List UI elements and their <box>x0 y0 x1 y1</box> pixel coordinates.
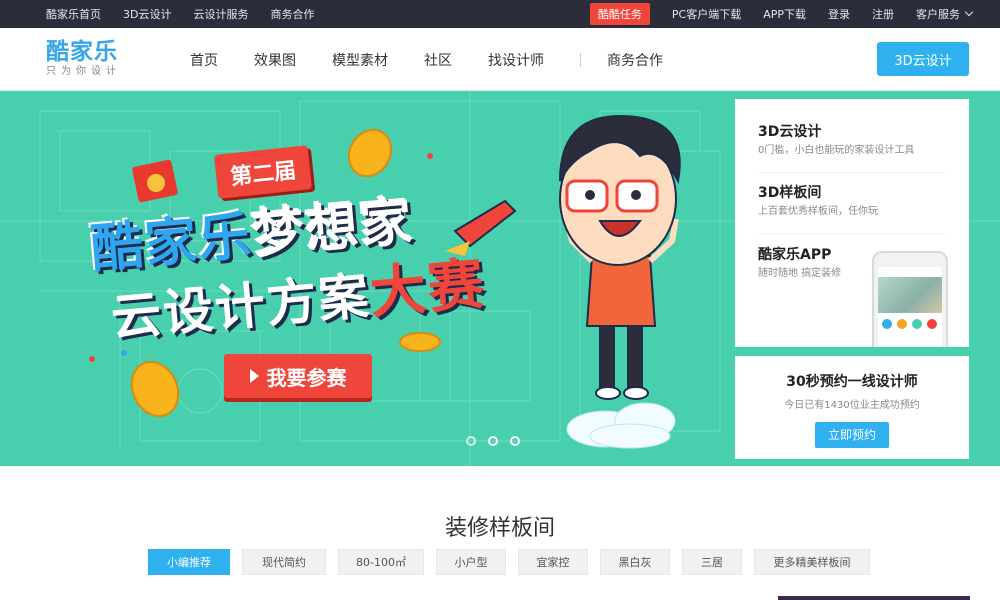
feature-app[interactable]: 酷家乐APP 随时随地 搞定装修 <box>758 246 868 296</box>
feature-desc: 0门槛，小白也能玩的家装设计工具 <box>758 145 915 156</box>
appointment-card: 30秒预约一线设计师 今日已有1430位业主成功预约 立即预约 <box>735 356 969 459</box>
cartoon-character <box>559 114 681 400</box>
site-logo[interactable]: 酷家乐 只为你设计 <box>46 39 121 79</box>
nav-business[interactable]: 商务合作 <box>607 50 663 70</box>
app-download-link[interactable]: APP下载 <box>763 6 806 22</box>
tab-editor-picks[interactable]: 小编推荐 <box>148 549 230 575</box>
chevron-down-icon <box>964 7 974 17</box>
nav-find-designer[interactable]: 找设计师 <box>488 50 544 70</box>
appointment-subtitle: 今日已有1430位业主成功预约 <box>784 400 920 411</box>
carousel-dot[interactable] <box>488 436 498 446</box>
logo-slogan: 只为你设计 <box>46 66 121 77</box>
banner-title-contest: 大赛 <box>367 251 489 327</box>
feature-showroom[interactable]: 3D样板间 上百套优秀样板间，任你玩 <box>758 184 946 234</box>
tab-monochrome[interactable]: 黑白灰 <box>600 549 670 575</box>
customer-service-label: 客户服务 <box>916 8 960 21</box>
tab-ikea[interactable]: 宜家控 <box>518 549 588 575</box>
main-nav: 首页 效果图 模型素材 社区 找设计师 商务合作 <box>190 28 699 91</box>
top-link-cloud-service[interactable]: 云设计服务 <box>193 6 248 22</box>
tab-size[interactable]: 80-100㎡ <box>338 549 424 575</box>
main-header: 酷家乐 只为你设计 首页 效果图 模型素材 社区 找设计师 商务合作 3D云设计 <box>0 28 1000 91</box>
nav-renderings[interactable]: 效果图 <box>254 50 296 70</box>
tab-modern[interactable]: 现代简约 <box>242 549 326 575</box>
task-badge-link[interactable]: 酷酷任务 <box>589 3 650 25</box>
feature-title: 3D云设计 <box>758 124 822 140</box>
feature-panel: 3D云设计 0门槛，小白也能玩的家装设计工具 3D样板间 上百套优秀样板间，任你… <box>735 99 969 347</box>
pc-client-download-link[interactable]: PC客户端下载 <box>672 6 741 22</box>
top-links-left: 酷家乐首页 3D云设计 云设计服务 商务合作 <box>46 0 336 28</box>
top-utility-bar: 酷家乐首页 3D云设计 云设计服务 商务合作 酷酷任务 PC客户端下载 APP下… <box>0 0 1000 28</box>
login-link[interactable]: 登录 <box>828 6 850 22</box>
play-arrow-icon <box>249 369 259 383</box>
join-contest-button[interactable]: 我要参赛 <box>224 354 372 398</box>
phone-mockup <box>872 251 948 347</box>
nav-models[interactable]: 模型素材 <box>332 50 388 70</box>
carousel-dot[interactable] <box>466 436 476 446</box>
logo-name: 酷家乐 <box>46 39 118 65</box>
top-link-3d-design[interactable]: 3D云设计 <box>123 6 171 22</box>
carousel-dot[interactable] <box>510 436 520 446</box>
tab-more[interactable]: 更多精美样板间 <box>754 549 870 575</box>
section-title: 装修样板间 <box>444 516 555 541</box>
feature-desc: 随时随地 搞定装修 <box>758 268 842 279</box>
carousel-dots <box>466 436 520 446</box>
register-link[interactable]: 注册 <box>872 6 894 22</box>
feature-title: 3D样板间 <box>758 185 822 201</box>
nav-community[interactable]: 社区 <box>424 50 452 70</box>
book-now-button[interactable]: 立即预约 <box>815 422 889 448</box>
join-contest-label: 我要参赛 <box>266 365 347 390</box>
content-preview-edge <box>778 596 970 600</box>
appointment-title: 30秒预约一线设计师 <box>786 374 918 390</box>
feature-desc: 上百套优秀样板间，任你玩 <box>758 206 878 217</box>
tab-small-unit[interactable]: 小户型 <box>436 549 506 575</box>
room-filter-tabs: 小编推荐 现代简约 80-100㎡ 小户型 宜家控 黑白灰 三居 更多精美样板间 <box>148 549 882 575</box>
top-link-home[interactable]: 酷家乐首页 <box>46 6 101 22</box>
customer-service-dropdown[interactable]: 客户服务 <box>916 6 974 22</box>
top-links-right: 酷酷任务 PC客户端下载 APP下载 登录 注册 客户服务 <box>589 0 974 28</box>
red-envelope-icon <box>132 159 178 203</box>
nav-divider <box>580 52 581 67</box>
nav-home[interactable]: 首页 <box>190 50 218 70</box>
feature-title: 酷家乐APP <box>758 247 832 263</box>
tab-three-room[interactable]: 三居 <box>682 549 742 575</box>
top-link-business[interactable]: 商务合作 <box>270 6 314 22</box>
feature-3d-design[interactable]: 3D云设计 0门槛，小白也能玩的家装设计工具 <box>758 123 946 173</box>
3d-cloud-design-button[interactable]: 3D云设计 <box>877 42 969 76</box>
